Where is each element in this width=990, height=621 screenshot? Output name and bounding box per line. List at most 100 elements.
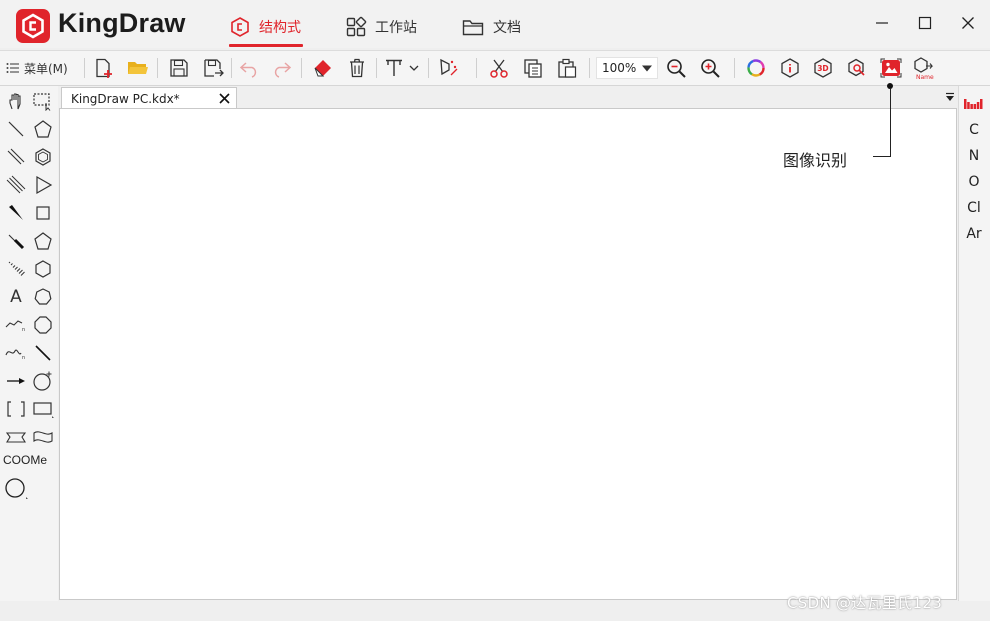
circle-shape-tool[interactable]	[4, 477, 28, 501]
cyclopentane-tool[interactable]	[31, 117, 55, 141]
rectangle-shape-tool[interactable]	[31, 397, 55, 421]
menu-button[interactable]: 菜单(M)	[6, 58, 68, 78]
chain-tool[interactable]: n	[4, 313, 28, 337]
zigzag-chain-icon: n	[5, 320, 25, 333]
search-structure-button[interactable]	[844, 56, 870, 80]
line-draw-tool[interactable]	[31, 341, 55, 365]
bold-bond-tool[interactable]	[4, 229, 28, 253]
heptagon-ring-tool[interactable]	[31, 285, 55, 309]
save-button[interactable]	[166, 56, 192, 80]
tab-structure[interactable]: 结构式	[229, 10, 301, 44]
save-icon	[170, 59, 188, 77]
element-chlorine[interactable]: Cl	[958, 200, 990, 216]
dashed-select-icon	[33, 93, 51, 111]
triple-bond-tool[interactable]	[4, 173, 28, 197]
text-format-dropdown[interactable]	[383, 56, 423, 80]
zoom-select[interactable]: 100%	[596, 57, 658, 79]
undo-button[interactable]	[236, 56, 262, 80]
maximize-button[interactable]	[905, 8, 945, 38]
octagon-ring-tool[interactable]	[31, 313, 55, 337]
drawing-canvas[interactable]	[59, 108, 957, 600]
minimize-button[interactable]	[862, 8, 902, 38]
tab-documents-label: 文档	[493, 20, 521, 36]
pentagon-ring-tool[interactable]	[31, 229, 55, 253]
new-file-button[interactable]	[91, 56, 117, 80]
circle-plus-icon	[33, 371, 52, 391]
banner-shape-tool[interactable]	[31, 425, 55, 449]
hand-icon	[9, 93, 21, 110]
wavy-chain-icon: n	[5, 349, 25, 361]
benzene-hexagon-icon	[35, 148, 51, 166]
curve-chain-tool[interactable]: n	[4, 341, 28, 365]
save-as-button[interactable]	[200, 56, 226, 80]
benzene-tool[interactable]	[31, 145, 55, 169]
bold-bond-icon	[8, 234, 25, 250]
single-bond-icon	[8, 121, 24, 137]
square-ring-tool[interactable]	[31, 201, 55, 225]
circle-plus-tool[interactable]	[31, 369, 55, 393]
document-tab[interactable]: KingDraw PC.kdx*	[61, 87, 237, 109]
info-hexagon-icon	[781, 58, 799, 78]
atom-property-button[interactable]	[436, 56, 462, 80]
trash-icon	[350, 58, 364, 78]
hashed-wedge-icon	[8, 261, 25, 276]
copy-button[interactable]	[520, 56, 546, 80]
single-bond-tool[interactable]	[4, 117, 28, 141]
minimize-icon	[876, 22, 888, 24]
hexagon-ring-tool[interactable]	[31, 257, 55, 281]
zoom-in-button[interactable]	[697, 56, 723, 80]
open-file-button[interactable]	[125, 56, 151, 80]
hexagon-icon	[35, 260, 51, 278]
document-tab-title: KingDraw PC.kdx*	[71, 91, 180, 106]
zoom-out-button[interactable]	[663, 56, 689, 80]
close-tab-icon[interactable]	[219, 93, 230, 104]
image-recognition-button[interactable]	[878, 56, 904, 80]
hashed-bond-tool[interactable]	[4, 257, 28, 281]
list-menu-icon	[6, 63, 19, 73]
svg-text:n: n	[22, 355, 25, 361]
tab-workstation[interactable]: 工作站	[345, 10, 417, 44]
cut-button[interactable]	[486, 56, 512, 80]
double-bond-tool[interactable]	[4, 145, 28, 169]
element-carbon[interactable]: C	[958, 122, 990, 138]
delete-button[interactable]	[344, 56, 370, 80]
image-recognition-icon	[880, 58, 902, 78]
callout-line	[873, 156, 891, 157]
maximize-icon	[918, 16, 932, 30]
text-tool[interactable]: A	[4, 285, 28, 309]
triangle-outline-icon	[36, 175, 53, 195]
wedge-bond-tool[interactable]	[4, 201, 28, 225]
close-window-button[interactable]	[948, 8, 988, 38]
marquee-select-tool[interactable]	[31, 89, 55, 113]
active-tab-indicator	[229, 44, 303, 47]
toolbar-divider	[231, 58, 232, 78]
right-arrow-icon	[7, 378, 25, 384]
3d-view-button[interactable]: 3D	[810, 56, 836, 80]
close-icon	[962, 17, 974, 29]
atom-property-icon	[440, 58, 458, 76]
dropdown-triangle-icon	[642, 65, 652, 72]
paste-button[interactable]	[554, 56, 580, 80]
info-button[interactable]	[777, 56, 803, 80]
element-nitrogen[interactable]: N	[958, 148, 990, 164]
periodic-table-icon[interactable]	[963, 97, 985, 111]
tab-overflow-icon[interactable]	[945, 92, 955, 102]
redo-button[interactable]	[269, 56, 295, 80]
tab-documents[interactable]: 文档	[461, 10, 521, 44]
zoom-in-icon	[701, 59, 720, 78]
hand-pan-tool[interactable]	[4, 89, 28, 113]
functional-group-tool[interactable]: COOMe	[3, 453, 47, 467]
triangle-ring-tool[interactable]	[31, 173, 55, 197]
search-hexagon-icon	[848, 58, 865, 77]
bracket-tool[interactable]	[4, 397, 28, 421]
eraser-button[interactable]	[309, 56, 335, 80]
name-to-structure-button[interactable]: Name	[912, 56, 938, 80]
orbital-shape-tool[interactable]	[4, 425, 28, 449]
arrow-tool[interactable]	[4, 369, 28, 393]
element-argon[interactable]: Ar	[958, 226, 990, 242]
element-oxygen[interactable]: O	[958, 174, 990, 190]
zoom-out-icon	[667, 59, 686, 78]
color-button[interactable]	[743, 56, 769, 80]
toolbar-divider	[157, 58, 158, 78]
watermark: CSDN @达瓦里氏123	[787, 594, 943, 612]
